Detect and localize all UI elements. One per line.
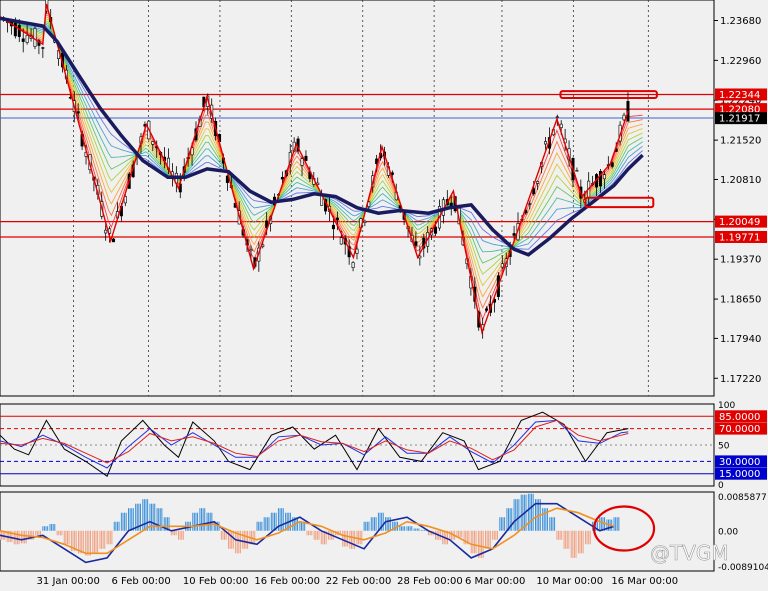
candle-body — [13, 22, 17, 37]
candle-body — [151, 141, 155, 145]
candle-body — [104, 229, 108, 234]
stochastic-axis-label: 0 — [718, 481, 724, 491]
stochastic-level-label: 30.0000 — [719, 457, 760, 468]
macd-axis-label: 0.00 — [718, 527, 738, 537]
candle-body — [528, 203, 532, 205]
candle-body — [249, 249, 253, 252]
candle-body — [335, 217, 339, 221]
level-label: 1.19771 — [719, 232, 760, 243]
candle-body — [555, 116, 559, 118]
level-label: 1.20049 — [719, 217, 760, 228]
price-axis-label: 1.21520 — [720, 136, 761, 147]
chart-root: 1.236801.229601.222401.215201.208101.200… — [0, 0, 768, 591]
candle-body — [300, 158, 304, 166]
candle-body — [33, 28, 37, 47]
candle-body — [449, 202, 453, 207]
watermark: @TVGM — [650, 541, 729, 565]
candle-body — [351, 262, 355, 268]
candle-body — [21, 38, 25, 42]
stochastic-axis-label: 50 — [718, 442, 730, 452]
candle-body — [543, 141, 547, 145]
stochastic-level-label: 70.0000 — [719, 424, 760, 435]
candle-body — [414, 241, 418, 246]
price-axis-label: 1.19370 — [720, 255, 761, 266]
price-axis-label: 1.18650 — [720, 295, 761, 306]
candle-body — [17, 24, 21, 37]
candle-body — [575, 170, 579, 172]
candle-body — [280, 176, 284, 180]
candle-body — [331, 224, 335, 230]
level-label: 1.22344 — [719, 90, 760, 101]
candle-body — [602, 174, 606, 180]
macd-panel: 0.00858770.00-0.0089104@TVGM — [0, 491, 768, 573]
candle-body — [355, 248, 359, 254]
candle-body — [500, 263, 504, 268]
candle-body — [339, 237, 343, 245]
candle-body — [41, 47, 45, 49]
time-axis-label: 6 Feb 00:00 — [112, 576, 171, 587]
price-axis-label: 1.20810 — [720, 175, 761, 186]
time-axis-label: 22 Feb 00:00 — [326, 576, 392, 587]
stochastic-level-label: 15.0000 — [719, 469, 760, 480]
stochastic-axis-label: 100 — [718, 401, 735, 411]
candle-body — [559, 123, 563, 128]
candle-body — [536, 181, 540, 184]
time-axis-label: 28 Feb 00:00 — [397, 576, 463, 587]
time-axis-label: 10 Mar 00:00 — [536, 576, 603, 587]
candle-body — [25, 35, 29, 43]
time-axis: 31 Jan 00:00 6 Feb 00:00 10 Feb 00:00 16 Fe… — [37, 576, 679, 587]
time-axis-label: 6 Mar 00:00 — [465, 576, 525, 587]
time-axis-label: 16 Mar 00:00 — [611, 576, 678, 587]
time-axis-label: 16 Feb 00:00 — [254, 576, 320, 587]
time-axis-label: 10 Feb 00:00 — [183, 576, 249, 587]
candle-body — [610, 162, 614, 167]
stochastic-level-label: 85.0000 — [719, 412, 760, 423]
candle-body — [76, 111, 80, 114]
candle-body — [434, 226, 438, 234]
price-axis-label: 1.17940 — [720, 334, 761, 345]
candle-body — [512, 233, 516, 236]
macd-axis-label: 0.0085877 — [718, 493, 767, 503]
candle-body — [485, 308, 489, 311]
candle-body — [112, 238, 116, 243]
stochastic-panel: 85.000070.0000 30.000015.0000 100 50 0 — [0, 401, 767, 491]
price-axis-label: 1.17220 — [720, 374, 761, 385]
price-axis-label: 1.22960 — [720, 56, 761, 67]
price-axis-label: 1.23680 — [720, 16, 761, 27]
level-label: 1.21917 — [719, 114, 760, 125]
candle-body — [363, 220, 367, 223]
time-axis-label: 31 Jan 00:00 — [37, 576, 100, 587]
